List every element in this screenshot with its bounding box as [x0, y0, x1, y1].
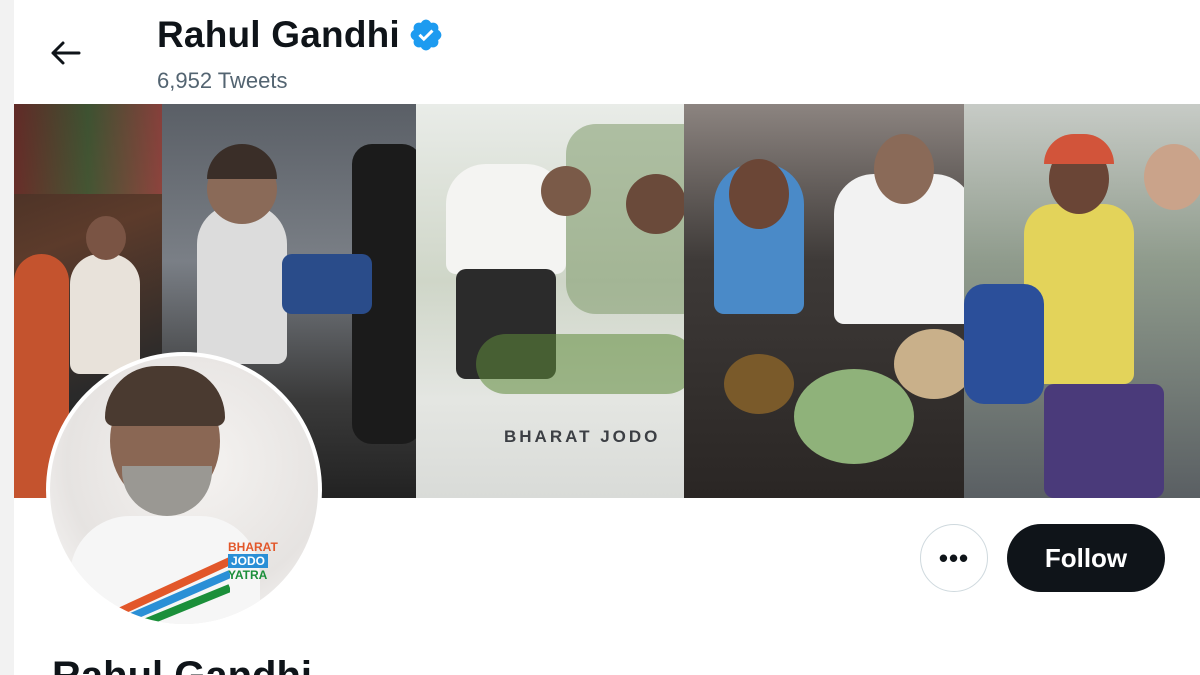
- profile-name-partial: Rahul Gandhi: [52, 654, 312, 675]
- more-dots-icon: •••: [938, 542, 970, 573]
- logo-line-2: JODO: [228, 554, 269, 568]
- back-arrow-icon: [51, 41, 81, 65]
- bharat-jodo-yatra-logo: BHARAT JODO YATRA: [228, 540, 282, 582]
- tweets-count: 6,952 Tweets: [157, 68, 288, 93]
- tricolor-swoosh-icon: [110, 557, 230, 624]
- verified-badge-icon: [410, 19, 442, 51]
- logo-line-1: BHARAT: [228, 540, 278, 554]
- more-options-button[interactable]: •••: [920, 524, 988, 592]
- back-button[interactable]: [36, 30, 94, 76]
- banner-overlay-text: BHARAT JODO: [504, 427, 661, 446]
- follow-button[interactable]: Follow: [1007, 524, 1165, 592]
- title-row: Rahul Gandhi: [157, 14, 444, 56]
- banner-photo-delivery: [964, 104, 1200, 498]
- avatar-photo: [50, 356, 318, 624]
- profile-avatar[interactable]: BHARAT JODO YATRA: [46, 352, 322, 628]
- profile-name-title: Rahul Gandhi: [157, 14, 400, 55]
- profile-frame: Rahul Gandhi 6,952 Tweets BHARAT JODO BH…: [14, 0, 1200, 675]
- top-bar: Rahul Gandhi 6,952 Tweets: [14, 0, 1200, 104]
- logo-line-3: YATRA: [228, 568, 268, 582]
